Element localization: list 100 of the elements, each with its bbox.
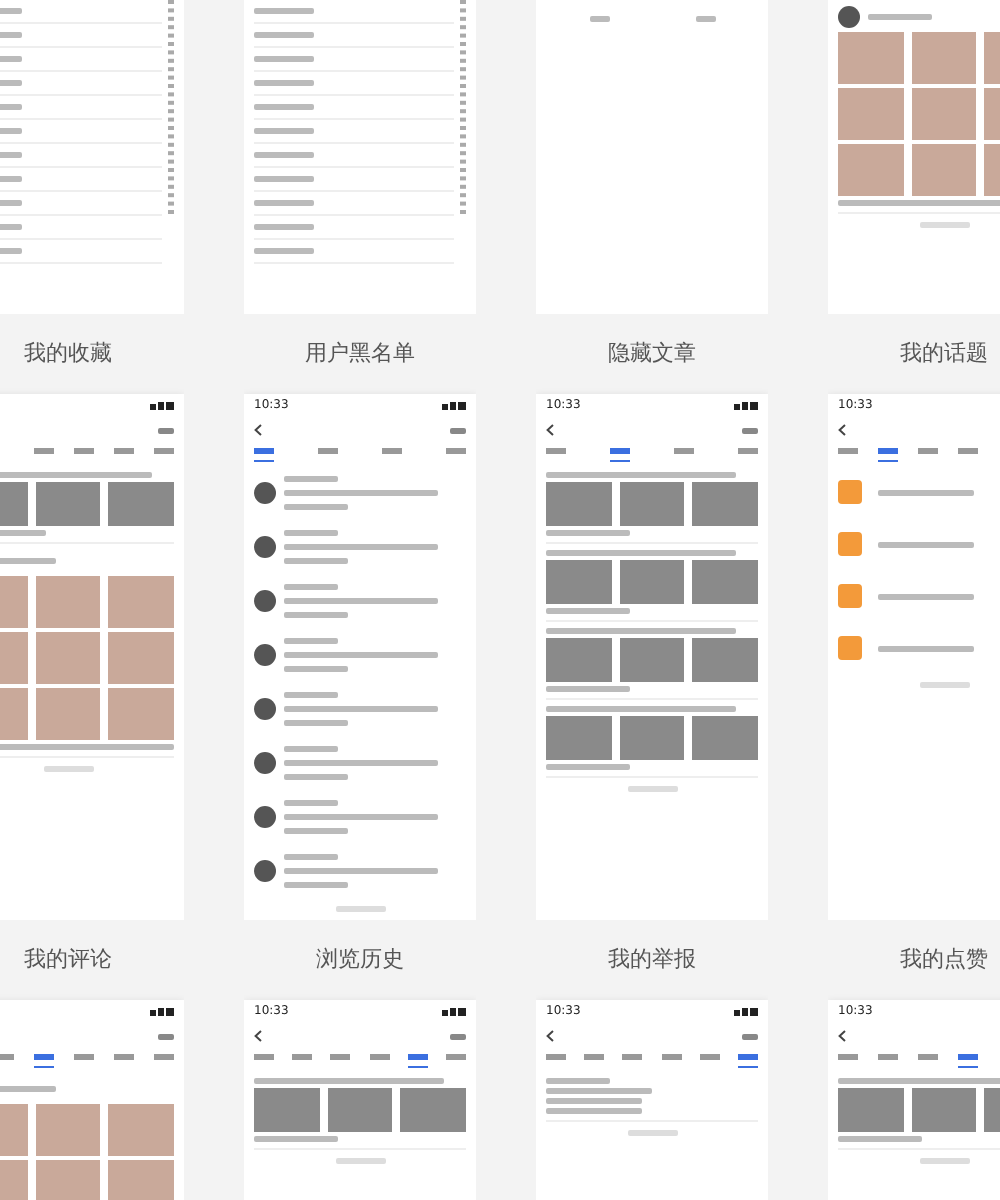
placeholder-line	[695, 16, 715, 22]
placeholder-line	[546, 608, 631, 614]
placeholder-line	[254, 200, 314, 206]
alphabet-index-drawing[interactable]	[168, 0, 174, 220]
placeholder-line	[284, 558, 348, 564]
photo-placeholder	[619, 482, 685, 526]
placeholder-line	[878, 645, 974, 651]
placeholder-line	[335, 906, 385, 912]
photo-placeholder	[619, 560, 685, 604]
photo-placeholder	[911, 88, 977, 140]
photo-placeholder	[911, 32, 977, 84]
placeholder-line	[878, 593, 974, 599]
placeholder-line	[254, 8, 314, 14]
edit-button[interactable]	[742, 427, 758, 433]
placeholder-line	[627, 1130, 677, 1136]
placeholder-line	[546, 530, 631, 536]
photo-placeholder	[108, 632, 175, 684]
placeholder-line	[546, 1078, 610, 1084]
placeholder-line	[284, 720, 348, 726]
placeholder-line	[919, 682, 969, 688]
edit-button[interactable]	[158, 427, 174, 433]
avatar-icon	[254, 644, 276, 666]
placeholder-line	[284, 774, 348, 780]
placeholder-line	[546, 686, 631, 692]
placeholder-line	[284, 882, 348, 888]
placeholder-line	[284, 504, 348, 510]
placeholder-line	[868, 14, 932, 20]
alphabet-index-drawing[interactable]	[460, 0, 466, 220]
photo-placeholder	[692, 482, 759, 526]
back-icon[interactable]	[546, 424, 554, 436]
placeholder-line	[284, 612, 348, 618]
topic-icon	[838, 480, 862, 504]
placeholder-line	[254, 1136, 339, 1142]
placeholder-line	[0, 558, 56, 564]
photo-placeholder	[108, 1160, 175, 1200]
photo-placeholder	[692, 638, 759, 682]
edit-button[interactable]	[158, 1033, 174, 1039]
status-icons	[150, 1008, 174, 1016]
placeholder-line	[284, 476, 339, 482]
avatar-icon	[254, 590, 276, 612]
photo-placeholder	[108, 1104, 175, 1156]
back-icon[interactable]	[254, 1030, 262, 1042]
photo-placeholder	[108, 688, 175, 740]
placeholder-line	[919, 222, 969, 228]
edit-button[interactable]	[742, 1033, 758, 1039]
placeholder-line	[43, 766, 93, 772]
back-icon[interactable]	[838, 1030, 846, 1042]
placeholder-line	[284, 530, 339, 536]
screen-title: 我的收藏	[22, 338, 114, 370]
placeholder-line	[284, 638, 339, 644]
status-icons	[442, 402, 466, 410]
avatar-icon	[254, 860, 276, 882]
avatar-icon	[838, 6, 860, 28]
photo-placeholder	[35, 1160, 101, 1200]
edit-button[interactable]	[450, 427, 466, 433]
back-icon[interactable]	[838, 424, 846, 436]
photo-placeholder	[838, 144, 904, 196]
photo-placeholder	[838, 88, 904, 140]
placeholder-line	[254, 248, 314, 254]
photo-placeholder	[327, 1088, 393, 1132]
placeholder-line	[254, 80, 314, 86]
avatar-icon	[254, 698, 276, 720]
photo-placeholder	[692, 560, 759, 604]
avatar-icon	[254, 806, 276, 828]
photo-placeholder	[35, 576, 101, 628]
placeholder-line	[284, 692, 339, 698]
photo-placeholder	[35, 632, 101, 684]
status-icons	[734, 402, 758, 410]
tab[interactable]	[878, 447, 898, 461]
photo-placeholder	[35, 482, 101, 526]
tab[interactable]	[958, 1053, 978, 1067]
placeholder-line	[919, 1158, 969, 1164]
status-icons	[150, 402, 174, 410]
status-icons	[734, 1008, 758, 1016]
placeholder-line	[838, 1136, 923, 1142]
tab[interactable]	[254, 447, 274, 461]
placeholder-line	[254, 176, 314, 182]
edit-button[interactable]	[450, 1033, 466, 1039]
photo-placeholder	[546, 638, 612, 682]
photo-placeholder	[35, 1104, 101, 1156]
placeholder-line	[546, 1088, 652, 1094]
photo-placeholder	[546, 560, 612, 604]
tab[interactable]	[407, 1053, 428, 1067]
topic-icon	[838, 532, 862, 556]
photo-placeholder	[108, 482, 175, 526]
tab[interactable]	[34, 1053, 54, 1067]
photo-placeholder	[546, 716, 612, 760]
status-icons	[442, 1008, 466, 1016]
back-icon[interactable]	[546, 1030, 554, 1042]
tab[interactable]	[737, 1053, 758, 1067]
tab[interactable]	[610, 447, 630, 461]
placeholder-line	[254, 104, 314, 110]
placeholder-line	[878, 489, 974, 495]
placeholder-line	[546, 764, 631, 770]
photo-placeholder	[838, 32, 904, 84]
placeholder-line	[284, 666, 348, 672]
placeholder-line	[546, 1098, 642, 1104]
screen-title: 隐藏文章	[606, 338, 698, 370]
back-icon[interactable]	[254, 424, 262, 436]
placeholder-line	[546, 1108, 642, 1114]
